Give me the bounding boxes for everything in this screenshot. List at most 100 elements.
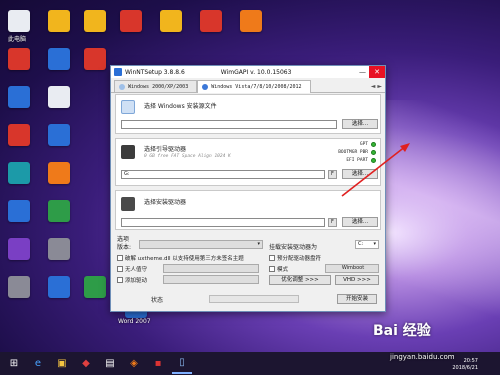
status-progress [209,295,299,303]
source-file-icon [121,100,135,114]
mode-checkbox[interactable] [269,266,275,272]
boot-sub-info: 0 GB free FAT Space Align 1024 K [144,154,231,159]
start-setup-button[interactable]: 开始安装 [337,294,377,304]
this-pc-icon[interactable] [8,10,30,32]
vhd-button[interactable]: VHD >>> [335,275,379,285]
this-pc-label: 此电脑 [8,36,27,43]
tab-scroll: ◄ ► [371,80,382,92]
app-icon[interactable]: ◈ [124,354,144,374]
status-label: 状态 [151,297,164,304]
tab-vista[interactable]: Windows Vista/7/8/10/2008/2012 [197,80,311,93]
vista-tab-icon [202,84,209,90]
tab-xp-label: Windows 2000/XP/2003 [128,83,189,90]
terminal-icon[interactable]: ▤ [100,354,120,374]
unattend-label: 无人值守 [125,267,148,273]
prealloc-label: 预分配驱动器盘符 [277,256,322,262]
winntsetup-icon [114,68,122,76]
app-icon[interactable] [84,276,106,298]
tab-xp[interactable]: Windows 2000/XP/2003 [114,80,198,92]
app-icon[interactable] [48,200,70,222]
app-icon[interactable] [8,86,30,108]
uxtheme-checkbox[interactable] [117,255,123,261]
app-icon[interactable]: ◆ [76,354,96,374]
window-title: WinNTSetup 3.8.8.6 [125,68,185,76]
minimize-icon[interactable]: — [356,66,369,78]
mount-select-value: C: [358,241,364,247]
version-label: 版本: [117,244,132,251]
mode-label: 模式 [277,267,289,273]
uxtheme-label: 破解 uxtheme.dll 以支持使用第三方未签名主题 [125,256,244,262]
mount-select[interactable]: C: ▾ [355,240,379,249]
app-icon[interactable] [160,10,182,32]
app-icon[interactable] [200,10,222,32]
title-bar[interactable]: WinNTSetup 3.8.8.6 WimGAPI v. 10.0.15063… [111,66,385,78]
boot-f-button[interactable]: F [328,170,337,179]
winntsetup-taskbar-icon[interactable]: ▯ [172,354,192,374]
app-icon[interactable] [48,10,70,32]
unattend-checkbox[interactable] [117,266,123,272]
install-label: 选择安装驱动器 [144,199,187,206]
prealloc-checkbox[interactable] [269,255,275,261]
mount-label: 挂载安装驱动器为 [269,244,318,251]
install-drive-icon [121,197,135,211]
wimgapi-version: WimGAPI v. 10.0.15063 [220,68,292,76]
add-driver-label: 添加驱动 [125,278,148,284]
unattend-select[interactable] [163,264,259,273]
tweaks-button[interactable]: 优化调整 >>> [269,275,331,285]
install-drive-input[interactable] [121,218,325,227]
app-icon[interactable] [48,238,70,260]
app-icon[interactable] [8,48,30,70]
tab-scroll-left-icon[interactable]: ◄ [371,83,376,90]
taskbar-clock[interactable]: 20:57 2018/6/21 [452,358,478,372]
app-icon[interactable] [48,86,70,108]
app-icon[interactable] [8,124,30,146]
install-browse-button[interactable]: 选择... [342,217,378,227]
app-icon[interactable] [8,162,30,184]
source-panel: 选择 Windows 安装源文件 选择... [115,94,381,134]
app-icon[interactable] [48,48,70,70]
mode-select[interactable]: Wimboot [325,264,379,273]
start-icon[interactable]: ⊞ [4,354,24,374]
app-icon[interactable] [48,162,70,184]
prealloc-option[interactable]: 预分配驱动器盘符 [269,254,321,262]
app-icon[interactable] [8,200,30,222]
boot-label: 选择引导驱动器 [144,146,187,153]
annotation-arrow [341,143,410,197]
os-tabs: Windows 2000/XP/2003 Windows Vista/7/8/1… [111,78,385,93]
explorer-icon[interactable]: ▣ [52,354,72,374]
app-icon[interactable] [8,238,30,260]
app-icon[interactable] [84,10,106,32]
edge-icon[interactable]: e [28,354,48,374]
boot-drive-icon [121,145,135,159]
watermark-url: jingyan.baidu.com [390,353,455,361]
mode-select-value: Wimboot [341,265,365,271]
close-icon[interactable]: ✕ [369,66,385,78]
app-icon[interactable] [240,10,262,32]
add-driver-option[interactable]: 添加驱动 [117,276,147,284]
word-label: Word 2007 [118,318,151,325]
xp-tab-icon [119,83,125,90]
app-icon[interactable] [8,276,30,298]
install-f-button[interactable]: F [328,218,337,227]
chevron-down-icon: ▾ [257,241,260,247]
app-icon[interactable] [48,276,70,298]
source-browse-button[interactable]: 选择... [342,119,378,129]
app-icon[interactable]: ▪ [148,354,168,374]
mode-option[interactable]: 模式 [269,265,288,273]
app-icon[interactable] [120,10,142,32]
boot-drive-input[interactable]: G: [121,170,325,179]
add-driver-checkbox[interactable] [117,277,123,283]
uxtheme-option[interactable]: 破解 uxtheme.dll 以支持使用第三方未签名主题 [117,254,244,262]
baidu-watermark: Bai 经验 [373,323,431,339]
source-path-input[interactable] [121,120,337,129]
unattend-option[interactable]: 无人值守 [117,265,147,273]
tab-scroll-right-icon[interactable]: ► [377,83,382,90]
source-label: 选择 Windows 安装源文件 [144,103,217,110]
tab-vista-label: Windows Vista/7/8/10/2008/2012 [211,84,302,90]
add-driver-select[interactable] [163,275,259,284]
app-icon[interactable] [48,124,70,146]
app-icon[interactable] [84,48,106,70]
version-select[interactable]: ▾ [139,240,263,249]
clock-date: 2018/6/21 [452,365,478,371]
wallpaper-light-beam [380,100,500,330]
